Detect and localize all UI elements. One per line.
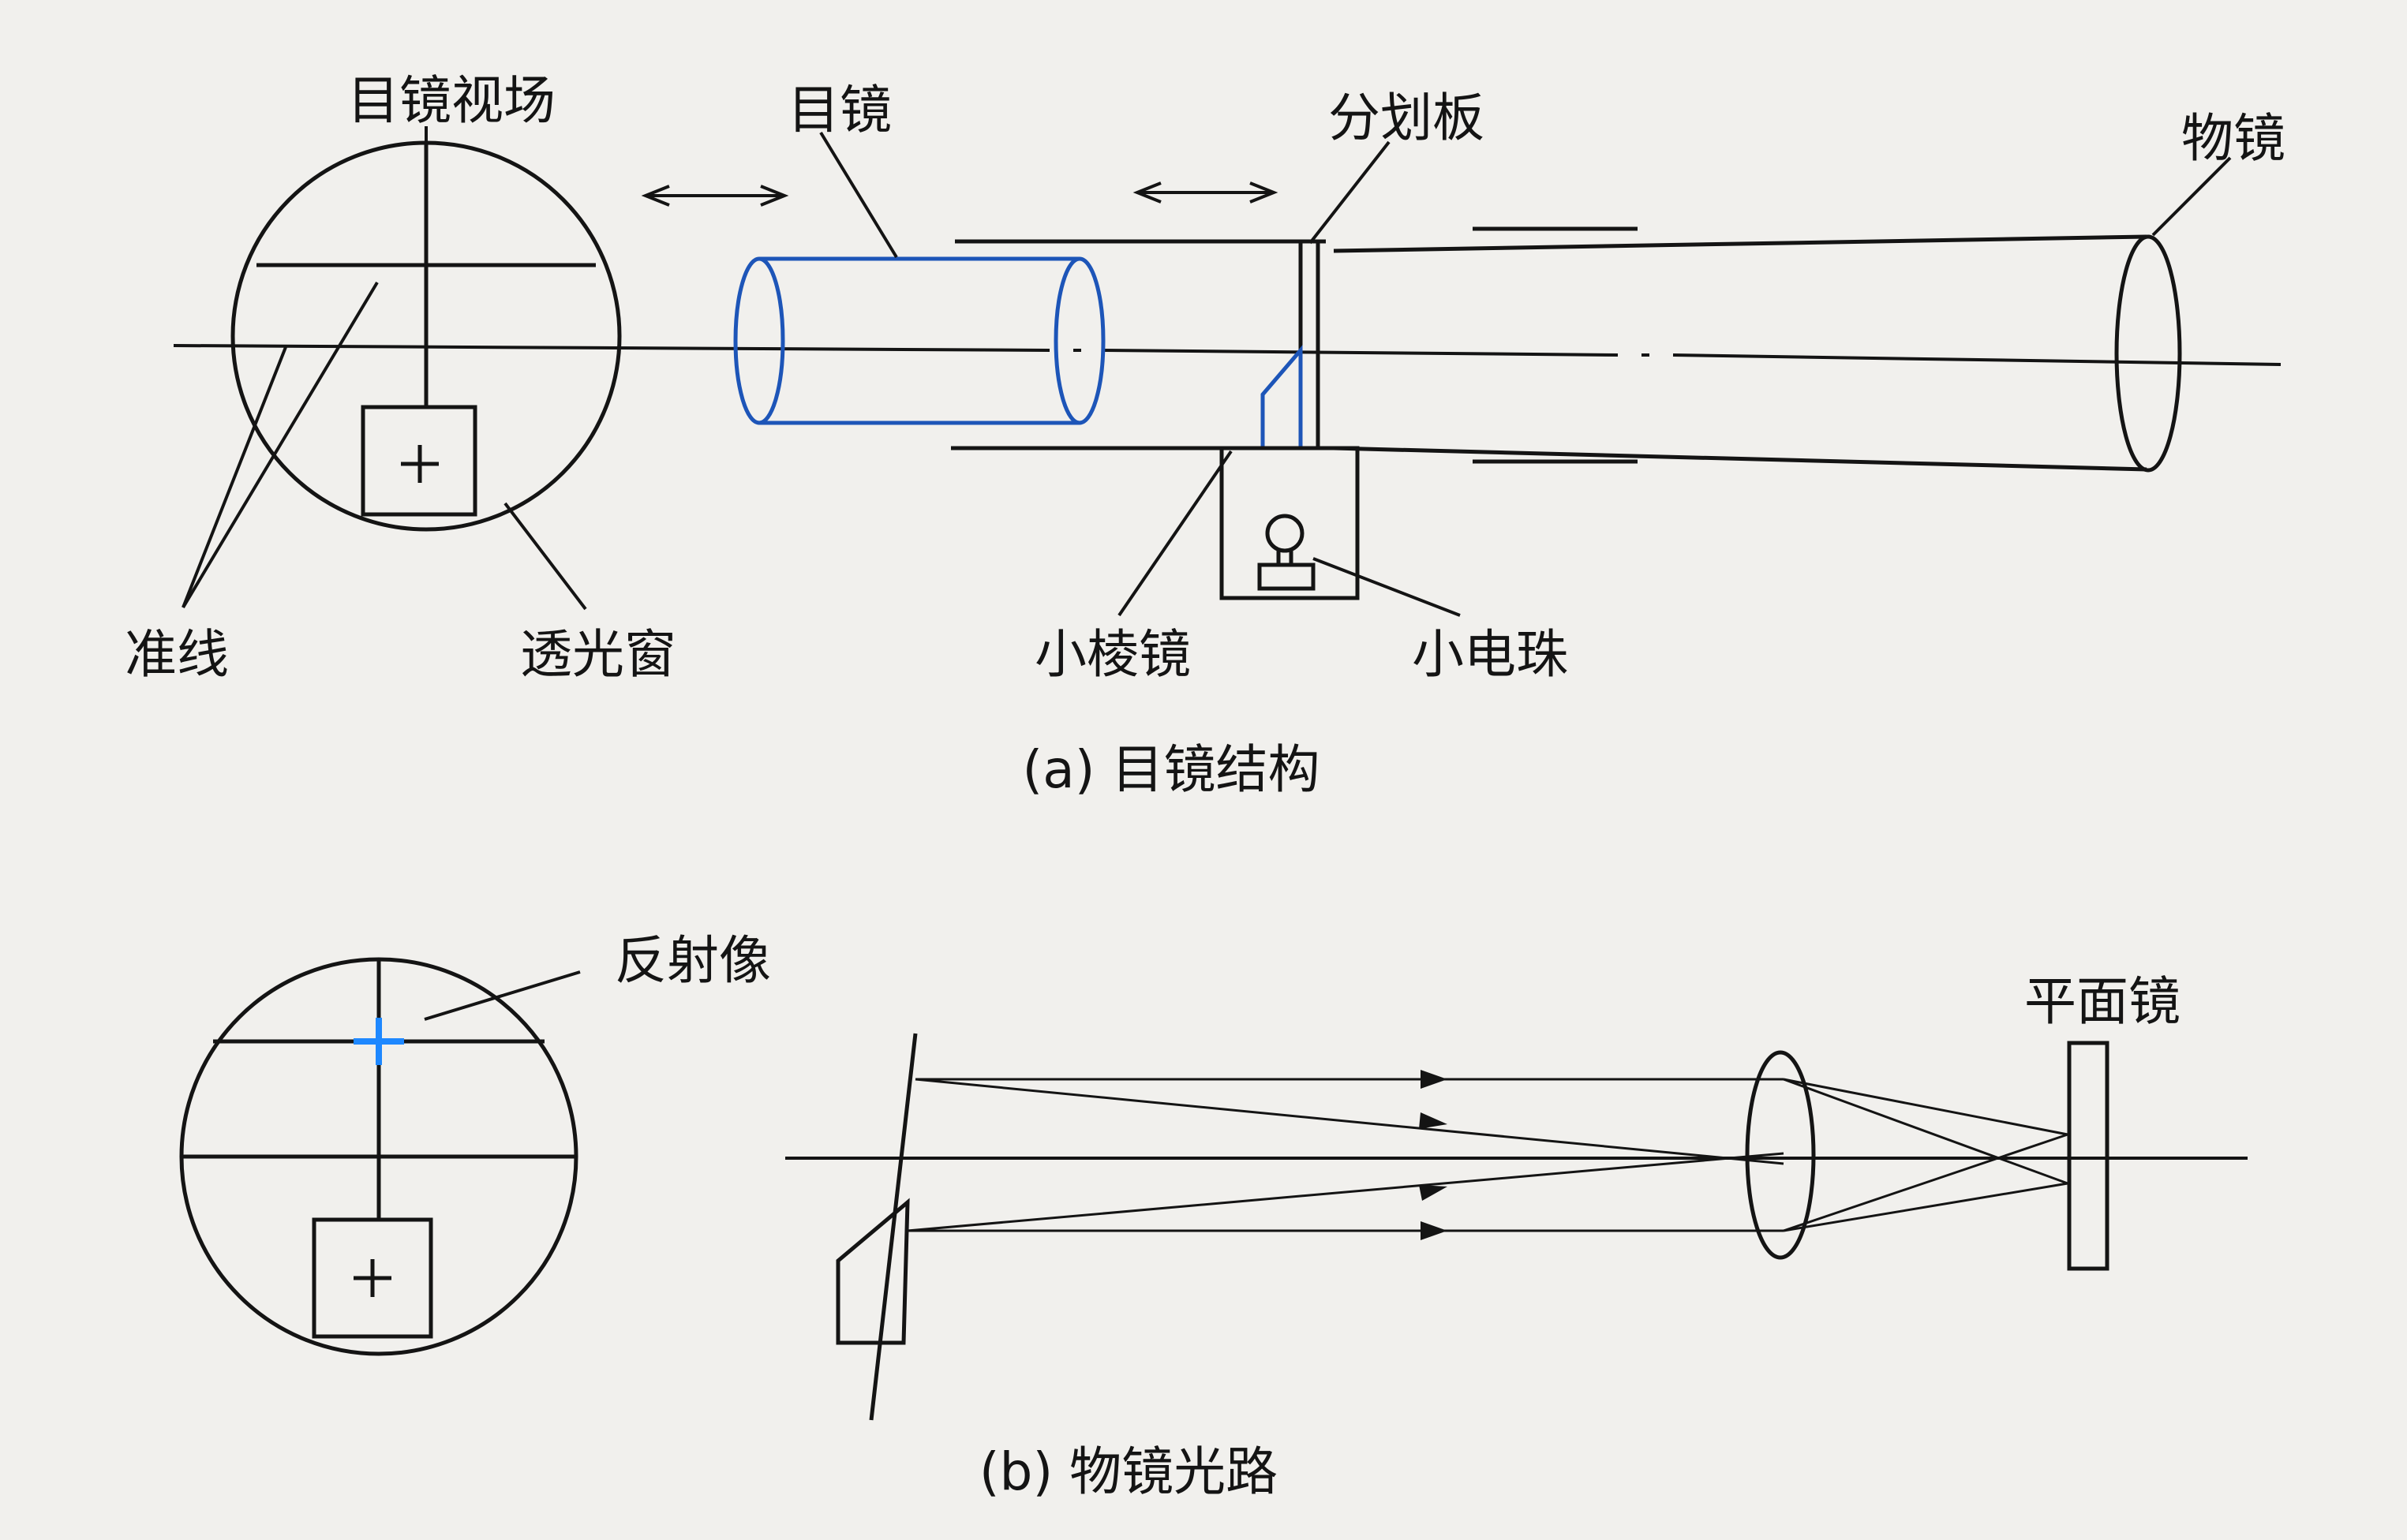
optical-diagram: 目镜视场 目镜 分划板 物镜 准线 透光窗 小棱镜 小电珠 (a) 目镜结构 反… (125, 70, 2285, 1502)
label-light-window: 透光窗 (520, 624, 676, 685)
label-small-bulb: 小电珠 (1412, 624, 1568, 685)
cross-mark-icon-b (354, 1259, 391, 1297)
caption-b: (b) 物镜光路 (979, 1441, 1278, 1502)
ray-arrowheads (1419, 1070, 1447, 1240)
eyepiece-tube (733, 256, 1106, 425)
label-eyepiece-field: 目镜视场 (347, 70, 556, 131)
label-plane-mirror: 平面镜 (2024, 971, 2181, 1032)
label-reticle-lines: 准线 (125, 624, 229, 685)
prism-b (836, 1198, 910, 1345)
label-small-prism: 小棱镜 (1035, 624, 1191, 685)
plane-mirror (2067, 1041, 2109, 1271)
small-prism-shape (1260, 345, 1303, 450)
label-reticle: 分划板 (1328, 88, 1484, 148)
leader-reflected-image (424, 970, 581, 1021)
optical-axis-a (173, 344, 2282, 366)
diagram-b-objective-light-path: 反射像 平面镜 (b) 物镜光路 (179, 930, 2248, 1502)
eyepiece-field-view (230, 140, 622, 532)
bulb-icon (1265, 514, 1305, 553)
leader-objective (2151, 156, 2232, 237)
bulb-housing (1219, 446, 1360, 600)
leader-reticle-lines-2 (182, 346, 287, 608)
leader-reticle (1308, 140, 1391, 245)
caption-a: (a) 目镜结构 (1023, 739, 1320, 800)
reticle-plate (1298, 241, 1320, 448)
label-eyepiece: 目镜 (788, 80, 892, 140)
cross-mark-icon (401, 445, 439, 483)
objective-tube (1333, 226, 2182, 473)
double-arrow-left (641, 185, 789, 207)
objective-lens (2114, 234, 2182, 473)
reflected-field-view (179, 957, 578, 1356)
leader-small-prism (1117, 450, 1233, 617)
label-objective: 物镜 (2181, 108, 2285, 169)
leader-small-bulb (1312, 557, 1461, 617)
leader-reticle-lines-1 (182, 281, 379, 609)
leader-light-window (503, 502, 587, 611)
leader-eyepiece (819, 131, 898, 259)
light-rays (907, 1070, 2068, 1240)
double-arrow-right (1132, 181, 1278, 204)
reflected-cross-icon (354, 1018, 404, 1065)
diagram-a-eyepiece-structure: 目镜视场 目镜 分划板 物镜 准线 透光窗 小棱镜 小电珠 (a) 目镜结构 (125, 70, 2285, 800)
label-reflected-image: 反射像 (615, 930, 771, 991)
